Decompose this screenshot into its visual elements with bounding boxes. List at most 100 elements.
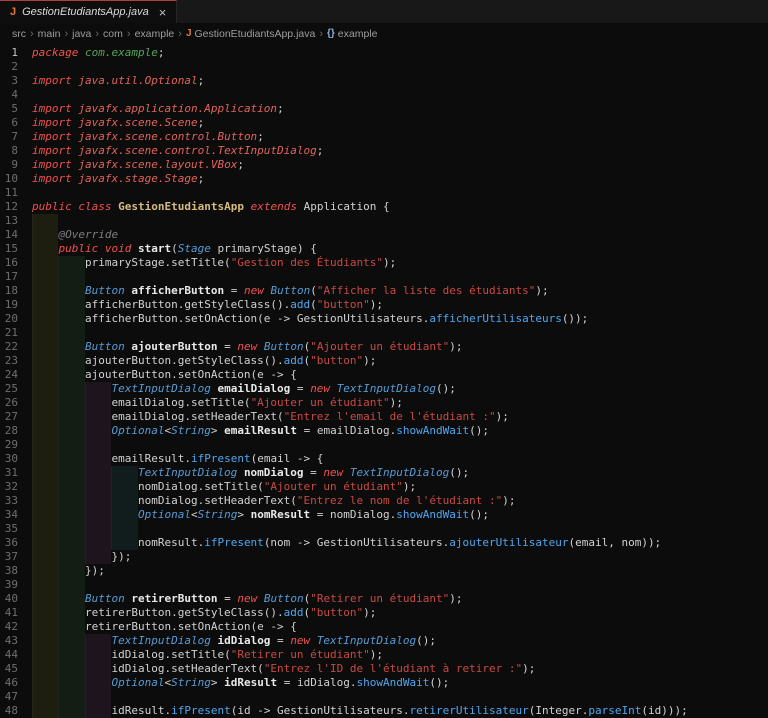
code-token: (); <box>416 634 436 647</box>
breadcrumb-item-example[interactable]: {}example <box>327 28 378 40</box>
tab-gestion-etudiants-app[interactable]: J GestionEtudiantsApp.java × <box>0 0 177 23</box>
code-line[interactable]: 27 emailDialog.setHeaderText("Entrez l'e… <box>0 410 768 424</box>
code-line[interactable]: 36 nomResult.ifPresent(nom -> GestionUti… <box>0 536 768 550</box>
code-token: ); <box>390 396 403 409</box>
code-line[interactable]: 3import java.util.Optional; <box>0 74 768 88</box>
code-token: ()); <box>562 312 589 325</box>
code-line[interactable]: 18 Button afficherButton = new Button("A… <box>0 284 768 298</box>
code-line[interactable]: 43 TextInputDialog idDialog = new TextIn… <box>0 634 768 648</box>
code-line-text: primaryStage.setTitle("Gestion des Étudi… <box>32 256 768 270</box>
code-line[interactable]: 19 afficherButton.getStyleClass().add("b… <box>0 298 768 312</box>
line-number: 11 <box>0 186 32 200</box>
code-line[interactable]: 5import javafx.application.Application; <box>0 102 768 116</box>
code-line[interactable]: 2 <box>0 60 768 74</box>
code-line[interactable]: 41 retirerButton.getStyleClass().add("bu… <box>0 606 768 620</box>
code-token: TextInputDialog <box>337 382 436 395</box>
code-token: showAndWait <box>396 424 469 437</box>
code-token: idDialog.setHeaderText( <box>111 662 263 675</box>
code-line-text: Optional<String> emailResult = emailDial… <box>32 424 768 438</box>
code-token <box>131 242 138 255</box>
code-tokens: retirerButton.setOnAction(e -> { <box>32 620 297 633</box>
code-line[interactable]: 39 <box>0 578 768 592</box>
breadcrumb-item-main[interactable]: main <box>38 28 61 40</box>
code-token: javafx.scene.control.TextInputDialog <box>78 144 316 157</box>
breadcrumb-item-com[interactable]: com <box>103 28 123 40</box>
code-line-text: TextInputDialog nomDialog = new TextInpu… <box>32 466 768 480</box>
code-line[interactable]: 24 ajouterButton.setOnAction(e -> { <box>0 368 768 382</box>
java-file-icon: J <box>186 28 192 39</box>
code-line[interactable]: 8import javafx.scene.control.TextInputDi… <box>0 144 768 158</box>
line-number: 41 <box>0 606 32 620</box>
code-line[interactable]: 44 idDialog.setTitle("Retirer un étudian… <box>0 648 768 662</box>
code-token: "Retirer un étudiant" <box>231 648 370 661</box>
breadcrumb-item-src[interactable]: src <box>12 28 26 40</box>
code-token: new <box>244 284 264 297</box>
code-line[interactable]: 16 primaryStage.setTitle("Gestion des Ét… <box>0 256 768 270</box>
code-token: showAndWait <box>396 508 469 521</box>
code-line[interactable]: 35 <box>0 522 768 536</box>
code-line[interactable]: 25 TextInputDialog emailDialog = new Tex… <box>0 382 768 396</box>
code-line[interactable]: 31 TextInputDialog nomDialog = new TextI… <box>0 466 768 480</box>
code-token: ); <box>370 298 383 311</box>
code-tokens: Optional<String> emailResult = emailDial… <box>32 424 489 437</box>
code-line[interactable]: 6import javafx.scene.Scene; <box>0 116 768 130</box>
code-token: TextInputDialog <box>111 634 210 647</box>
code-line-text <box>32 88 768 102</box>
line-number: 28 <box>0 424 32 438</box>
code-token: Application { <box>304 200 390 213</box>
code-tokens: import javafx.scene.control.Button; <box>32 130 264 143</box>
code-line-text <box>32 270 768 284</box>
code-line[interactable]: 9import javafx.scene.layout.VBox; <box>0 158 768 172</box>
code-line[interactable]: 10import javafx.stage.Stage; <box>0 172 768 186</box>
breadcrumb-item-example[interactable]: example <box>135 28 175 40</box>
line-number: 35 <box>0 522 32 536</box>
code-token: ); <box>502 494 515 507</box>
code-line[interactable]: 12public class GestionEtudiantsApp exten… <box>0 200 768 214</box>
code-line[interactable]: 33 nomDialog.setHeaderText("Entrez le no… <box>0 494 768 508</box>
code-token: retirerButton <box>131 592 217 605</box>
code-line[interactable]: 34 Optional<String> nomResult = nomDialo… <box>0 508 768 522</box>
code-line[interactable]: 1package com.example; <box>0 46 768 60</box>
code-line-text: import javafx.scene.control.Button; <box>32 130 768 144</box>
code-line[interactable]: 40 Button retirerButton = new Button("Re… <box>0 592 768 606</box>
code-line[interactable]: 13 <box>0 214 768 228</box>
code-line[interactable]: 22 Button ajouterButton = new Button("Aj… <box>0 340 768 354</box>
code-line[interactable]: 28 Optional<String> emailResult = emailD… <box>0 424 768 438</box>
code-line[interactable]: 45 idDialog.setHeaderText("Entrez l'ID d… <box>0 662 768 676</box>
code-line[interactable]: 48 idResult.ifPresent(id -> GestionUtili… <box>0 704 768 718</box>
code-tokens: Button ajouterButton = new Button("Ajout… <box>32 340 463 353</box>
breadcrumb-item-gestionetudiantsapp-java[interactable]: JGestionEtudiantsApp.java <box>186 28 315 40</box>
code-line[interactable]: 38 }); <box>0 564 768 578</box>
code-line[interactable]: 26 emailDialog.setTitle("Ajouter un étud… <box>0 396 768 410</box>
code-token: ajouterButton <box>131 340 217 353</box>
code-line[interactable]: 42 retirerButton.setOnAction(e -> { <box>0 620 768 634</box>
code-token: ); <box>383 256 396 269</box>
code-line[interactable]: 14 @Override <box>0 228 768 242</box>
code-token: retirerButton.getStyleClass(). <box>85 606 284 619</box>
code-token: ); <box>370 648 383 661</box>
code-line[interactable]: 15 public void start(Stage primaryStage)… <box>0 242 768 256</box>
breadcrumb-item-java[interactable]: java <box>72 28 91 40</box>
code-line[interactable]: 17 <box>0 270 768 284</box>
code-line[interactable]: 4 <box>0 88 768 102</box>
code-line[interactable]: 29 <box>0 438 768 452</box>
code-token: (nom -> GestionUtilisateurs. <box>264 536 449 549</box>
code-line[interactable]: 20 afficherButton.setOnAction(e -> Gesti… <box>0 312 768 326</box>
line-number: 45 <box>0 662 32 676</box>
code-token: ; <box>277 102 284 115</box>
code-token: import <box>32 158 72 171</box>
code-token: primaryStage.setTitle( <box>85 256 231 269</box>
code-token: Optional <box>138 508 191 521</box>
code-token: nomDialog.setTitle( <box>138 480 264 493</box>
code-line[interactable]: 46 Optional<String> idResult = idDialog.… <box>0 676 768 690</box>
code-line[interactable]: 21 <box>0 326 768 340</box>
code-token: ); <box>363 354 376 367</box>
code-line[interactable]: 7import javafx.scene.control.Button; <box>0 130 768 144</box>
code-line[interactable]: 47 <box>0 690 768 704</box>
code-line[interactable]: 11 <box>0 186 768 200</box>
code-line[interactable]: 37 }); <box>0 550 768 564</box>
close-icon[interactable]: × <box>159 6 167 19</box>
code-line[interactable]: 32 nomDialog.setTitle("Ajouter un étudia… <box>0 480 768 494</box>
code-line[interactable]: 30 emailResult.ifPresent(email -> { <box>0 452 768 466</box>
code-line[interactable]: 23 ajouterButton.getStyleClass().add("bu… <box>0 354 768 368</box>
